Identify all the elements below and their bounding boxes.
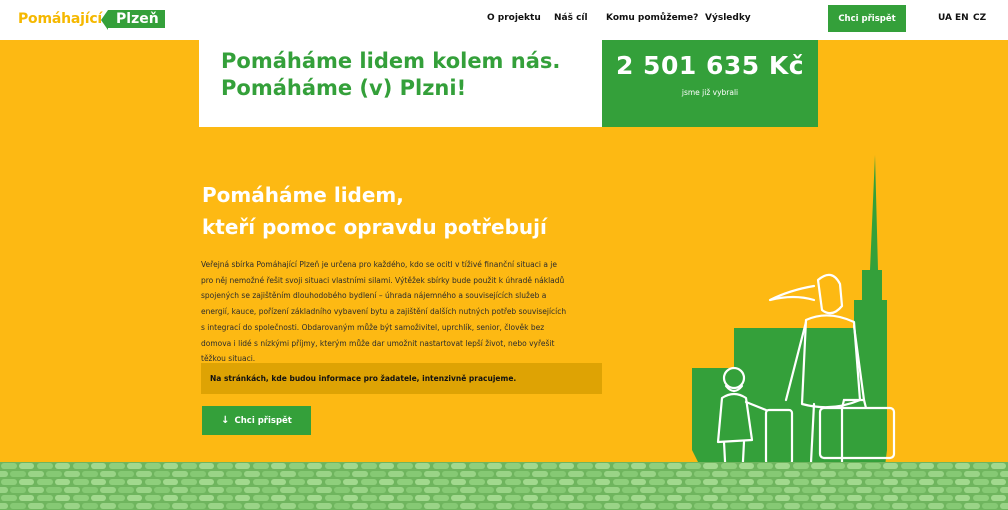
intro-heading-line-2: kteří pomoc opravdu potřebují	[202, 215, 547, 239]
nav-item-o-projektu[interactable]: O projektu	[487, 13, 541, 23]
intro-paragraph-line: s integrací do společnosti. Obdarovaným …	[201, 322, 545, 332]
donate-button-main-label: Chci přispět	[234, 415, 292, 426]
intro-paragraph-line: pro něj nemožné řešit svoji situaci vlas…	[201, 275, 565, 285]
intro-paragraph-line: Veřejná sbírka Pomáhající Plzeň je určen…	[201, 260, 558, 269]
slogan-line-2: Pomáháme (v) Plzni!	[221, 76, 467, 100]
nav-item-vysledky[interactable]: Výsledky	[705, 13, 751, 23]
info-note: Na stránkách, kde budou informace pro ža…	[201, 363, 602, 394]
slogan-box: Pomáháme lidem kolem nás. Pomáháme (v) P…	[199, 40, 602, 127]
collected-amount-caption: jsme již vybrali	[681, 88, 739, 97]
intro-paragraph-line: energií, kauce, pořízení základního vyba…	[201, 307, 567, 317]
language-en[interactable]: EN	[955, 13, 969, 23]
cobblestone-pavement	[0, 462, 1008, 510]
logo-city-tag: Plzeň	[101, 10, 165, 30]
intro-paragraph-line: domova i lidé s nízkými příjmy, kterým m…	[201, 338, 555, 348]
collected-amount: 2 501 635 Kč	[615, 51, 805, 80]
language-ua[interactable]: UA	[938, 13, 952, 23]
intro-paragraph: Veřejná sbírka Pomáhající Plzeň je určen…	[201, 257, 604, 367]
language-cz[interactable]: CZ	[973, 13, 986, 23]
donate-button-main[interactable]: ↓ Chci přispět	[202, 406, 311, 435]
arrow-down-icon: ↓	[221, 415, 230, 426]
intro-paragraph-line: spojených se zajištěním dlouhodobého byd…	[201, 291, 547, 301]
family-with-cathedral-illustration	[692, 155, 896, 490]
donate-button-header[interactable]: Chci přispět	[828, 5, 906, 32]
logo[interactable]: Pomáhající Plzeň	[18, 8, 165, 30]
cathedral-silhouette	[692, 155, 887, 490]
nav-item-komu-pomuzeme[interactable]: Komu pomůžeme?	[606, 13, 698, 23]
amount-box: 2 501 635 Kč jsme již vybrali	[602, 40, 818, 127]
site-header: Pomáhající Plzeň O projektu Náš cíl Komu…	[0, 0, 1008, 40]
logo-name: Pomáhající	[18, 11, 103, 27]
nav-item-nas-cil[interactable]: Náš cíl	[554, 13, 588, 23]
intro-heading-line-1: Pomáháme lidem,	[202, 183, 404, 207]
slogan-line-1: Pomáháme lidem kolem nás.	[221, 49, 561, 73]
